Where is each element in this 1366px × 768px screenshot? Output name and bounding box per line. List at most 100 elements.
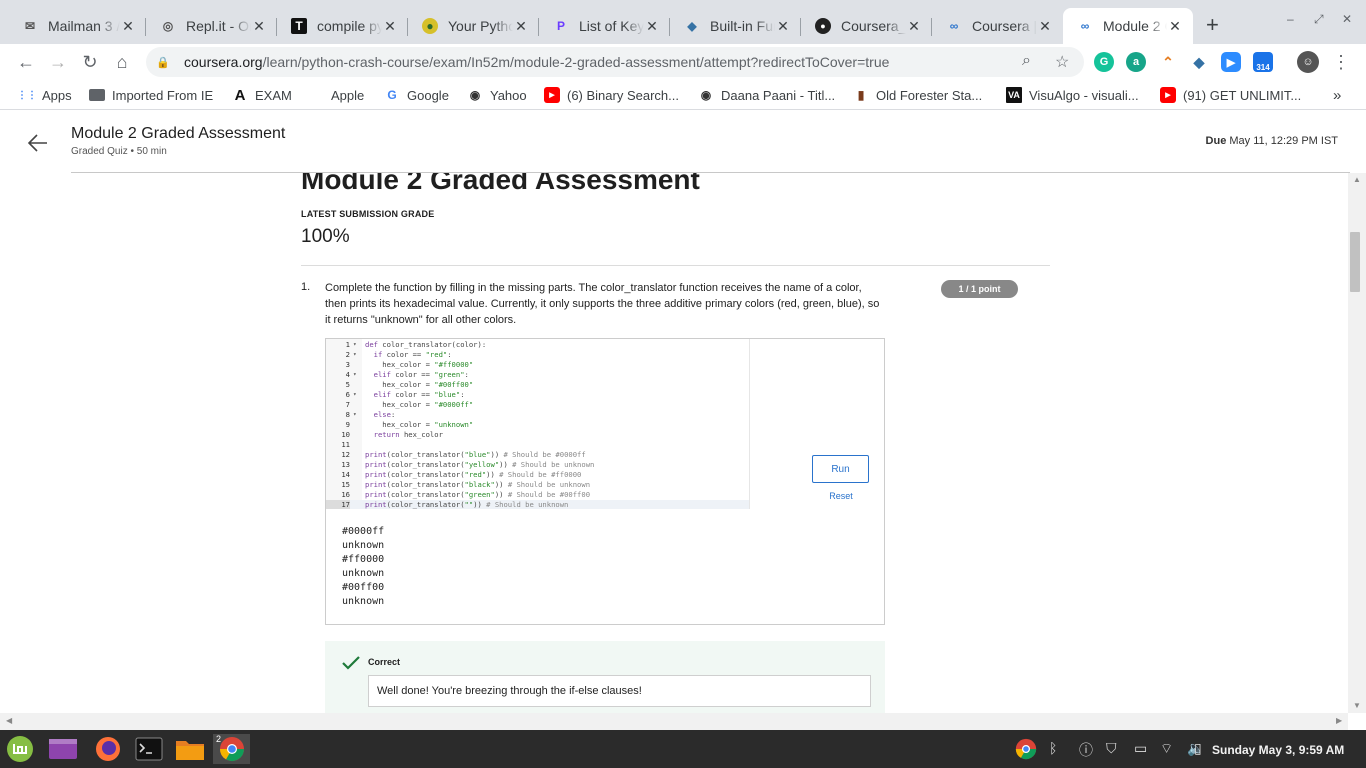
- profile-avatar[interactable]: ☺: [1297, 51, 1319, 73]
- scroll-left-icon[interactable]: ◀: [6, 716, 12, 725]
- files-manager-icon[interactable]: [47, 734, 79, 764]
- fold-arrow-icon[interactable]: ▾: [353, 390, 357, 400]
- close-tab-icon[interactable]: ✕: [382, 18, 398, 35]
- fold-arrow-icon[interactable]: ▾: [353, 370, 357, 380]
- minimize-icon[interactable]: –: [1287, 12, 1294, 26]
- folder-app-icon[interactable]: [174, 734, 206, 764]
- bookmark-old-forester[interactable]: ▮ Old Forester Sta...: [853, 86, 983, 104]
- scroll-up-icon[interactable]: ▲: [1353, 175, 1361, 184]
- counter-extension-icon[interactable]: 314: [1253, 52, 1273, 72]
- security-shield-icon[interactable]: ⛉: [1106, 740, 1117, 757]
- line-number: 14: [341, 470, 350, 479]
- close-tab-icon[interactable]: ✕: [120, 18, 136, 35]
- code-editor[interactable]: 1 ▾ def color_translator(color): 2 ▾ if colo…: [326, 339, 750, 509]
- battery-icon[interactable]: ▯: [1194, 740, 1202, 757]
- back-icon[interactable]: ←: [14, 50, 38, 74]
- close-tab-icon[interactable]: ✕: [251, 18, 267, 35]
- line-number: 7: [345, 400, 350, 409]
- feedback-message: Well done! You're breezing through the i…: [368, 675, 871, 707]
- more-bookmarks-button[interactable]: »: [1333, 86, 1341, 104]
- back-arrow-icon[interactable]: [26, 131, 50, 155]
- amazon-assistant-icon[interactable]: a: [1126, 52, 1146, 72]
- new-tab-button[interactable]: +: [1206, 14, 1219, 36]
- bookmark-apple[interactable]: Apple: [308, 86, 364, 104]
- scroll-right-icon[interactable]: ▶: [1336, 716, 1342, 725]
- menu-kebab-icon[interactable]: ⋮: [1329, 50, 1353, 74]
- tab-title: Mailman 3 /: [48, 18, 120, 34]
- close-tab-icon[interactable]: ✕: [775, 18, 791, 35]
- coursera-icon: ∞: [1080, 19, 1090, 33]
- bookmark-get-unlimited[interactable]: ▶ (91) GET UNLIMIT...: [1160, 86, 1301, 104]
- chrome-tray-icon[interactable]: [1015, 738, 1037, 763]
- line-number: 6: [345, 390, 350, 399]
- restore-icon[interactable]: ⤢: [1314, 12, 1324, 27]
- firefox-icon[interactable]: [92, 734, 124, 764]
- close-tab-icon[interactable]: ✕: [906, 18, 922, 35]
- forward-icon[interactable]: →: [46, 50, 70, 74]
- code-line: 15 print(color_translator("black")) # Sho…: [326, 480, 749, 490]
- network-icon[interactable]: ▭: [1134, 740, 1147, 757]
- bookmark-daana-paani[interactable]: ◉ Daana Paani - Titl...: [698, 86, 835, 104]
- python-icon: ◆: [687, 19, 697, 33]
- wifi-icon[interactable]: ⌔: [1160, 740, 1173, 758]
- code-text: print(color_translator("black")) # Shoul…: [365, 480, 591, 489]
- fold-arrow-icon[interactable]: ▾: [353, 340, 357, 350]
- bookmark-yahoo[interactable]: ◉ Yahoo: [467, 86, 527, 104]
- bookmark-visualgo[interactable]: VA VisuAlgo - visuali...: [1006, 86, 1139, 104]
- chrome-taskbar-icon[interactable]: 2: [213, 734, 250, 764]
- bookmark-google[interactable]: G Google: [384, 86, 449, 104]
- tab-module2-active[interactable]: ∞ Module 2 G ✕: [1063, 8, 1193, 44]
- update-shield-icon[interactable]: ⓘ: [1079, 740, 1093, 760]
- address-bar[interactable]: 🔒 coursera.org/learn/python-crash-course…: [146, 47, 1084, 77]
- output-line: #0000ff: [342, 526, 385, 537]
- bookmark-star-icon[interactable]: ☆: [1055, 52, 1069, 72]
- code-text: print(color_translator("red")) # Should …: [365, 470, 582, 479]
- zoom-search-icon[interactable]: ⌕: [1022, 52, 1031, 70]
- close-tab-icon[interactable]: ✕: [513, 18, 529, 35]
- tab-replit[interactable]: ◎ Repl.it - Onl ✕: [146, 8, 277, 44]
- tab-your-python[interactable]: ● Your Python ✕: [408, 8, 539, 44]
- tab-builtin-functions[interactable]: ◆ Built-in Fun ✕: [670, 8, 801, 44]
- code-line: 17 print(color_translator("")) # Should b…: [326, 500, 749, 509]
- code-line: 10 return hex_color: [326, 430, 749, 440]
- output-line: #ff0000: [342, 554, 385, 565]
- bookmark-imported-ie[interactable]: Imported From IE: [89, 86, 213, 104]
- run-button[interactable]: Run: [812, 455, 869, 483]
- vertical-scroll-thumb[interactable]: [1350, 232, 1360, 292]
- bookmark-binary-search[interactable]: ▶ (6) Binary Search...: [544, 86, 679, 104]
- taskbar-clock[interactable]: Sunday May 3, 9:59 AM: [1212, 743, 1344, 757]
- tab-mailman[interactable]: ✉ Mailman 3 / ✕: [8, 8, 146, 44]
- tab-github[interactable]: ● Coursera_C ✕: [801, 8, 932, 44]
- zoom-extension-icon[interactable]: ▶: [1221, 52, 1241, 72]
- tab-compile[interactable]: T compile pyt ✕: [277, 8, 408, 44]
- close-window-icon[interactable]: ✕: [1342, 12, 1352, 26]
- cloud-extension-icon[interactable]: ⌃: [1158, 52, 1178, 72]
- python-extension-icon[interactable]: ◆: [1189, 52, 1209, 72]
- bookmark-exam[interactable]: A EXAM: [232, 86, 292, 104]
- close-tab-icon[interactable]: ✕: [1037, 18, 1053, 35]
- tab-list-keywords[interactable]: P List of Keyw ✕: [539, 8, 670, 44]
- line-number: 8: [345, 410, 350, 419]
- github-icon: ●: [815, 18, 831, 34]
- horizontal-scrollbar[interactable]: ◀ ▶: [0, 713, 1348, 730]
- mint-menu-icon[interactable]: [4, 734, 36, 764]
- reset-link[interactable]: Reset: [816, 491, 866, 501]
- a-icon: A: [234, 86, 246, 104]
- bluetooth-icon[interactable]: ᛒ: [1049, 740, 1057, 756]
- close-tab-icon[interactable]: ✕: [1167, 18, 1183, 35]
- bookmark-apps[interactable]: ⋮⋮ Apps: [17, 86, 72, 104]
- grammarly-icon[interactable]: G: [1094, 52, 1114, 72]
- code-text: hex_color = "#ff0000": [365, 360, 474, 369]
- home-icon[interactable]: ⌂: [110, 50, 134, 74]
- section-divider: [301, 265, 1050, 266]
- reload-icon[interactable]: ↻: [78, 50, 102, 74]
- quiz-header: Module 2 Graded Assessment Graded Quiz •…: [0, 111, 1366, 172]
- close-tab-icon[interactable]: ✕: [644, 18, 660, 35]
- fold-arrow-icon[interactable]: ▾: [353, 350, 357, 360]
- fold-arrow-icon[interactable]: ▾: [353, 410, 357, 420]
- line-number: 12: [341, 450, 350, 459]
- terminal-icon[interactable]: [133, 734, 165, 764]
- scroll-down-icon[interactable]: ▼: [1353, 701, 1361, 710]
- line-number: 5: [345, 380, 350, 389]
- tab-coursera[interactable]: ∞ Coursera | C ✕: [932, 8, 1063, 44]
